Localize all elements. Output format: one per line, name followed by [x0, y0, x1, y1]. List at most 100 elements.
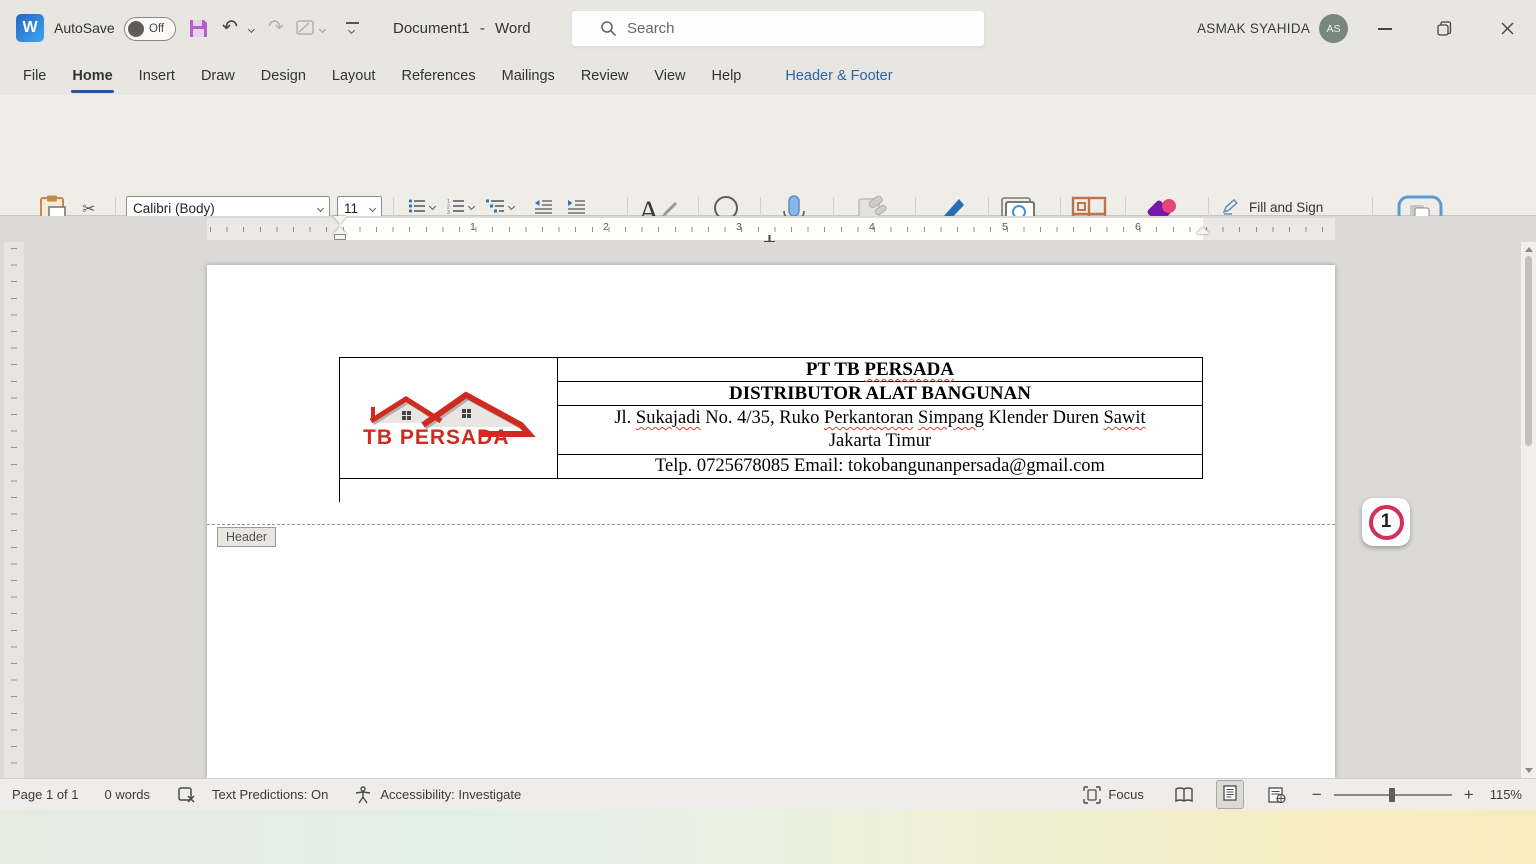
svg-text:TB PERSADA: TB PERSADA	[363, 426, 510, 449]
web-layout-icon[interactable]	[1268, 787, 1286, 803]
horizontal-ruler[interactable]: 1 2 3 4 5 6	[0, 216, 1536, 242]
zoom-out-button[interactable]: −	[1312, 785, 1322, 805]
company-address: Jl. Sukajadi No. 4/35, Ruko Perkantoran …	[558, 406, 1202, 455]
text-predictions[interactable]: Text Predictions: On	[212, 787, 328, 802]
tab-stop-marker[interactable]	[764, 230, 775, 238]
numbering-chevron-icon[interactable]	[468, 202, 475, 209]
autosave-toggle[interactable]: Off	[124, 17, 176, 41]
word-count[interactable]: 0 words	[105, 787, 151, 802]
document-title: Document1 - Word	[393, 20, 531, 37]
status-bar: Page 1 of 1 0 words Text Predictions: On…	[0, 778, 1536, 810]
word-window: W AutoSave Off ↶ ↷ Document1 - Word Sear…	[0, 0, 1536, 864]
document-area: TB PERSADA PT TB PERSADA DISTRIBUTOR ALA…	[0, 242, 1536, 778]
fill-and-sign-button[interactable]: Fill and Sign	[1222, 199, 1323, 215]
tab-file[interactable]: File	[10, 57, 59, 95]
save-icon[interactable]	[188, 18, 209, 39]
address-line-1: Jl. Sukajadi No. 4/35, Ruko Perkantoran …	[558, 407, 1202, 430]
vertical-ruler[interactable]	[4, 242, 24, 778]
numbering-icon[interactable]: 123	[447, 198, 465, 214]
company-name: PT TB PERSADA	[558, 358, 1202, 382]
tab-review[interactable]: Review	[568, 57, 642, 95]
tab-design[interactable]: Design	[248, 57, 319, 95]
ruler-number: 1	[470, 221, 476, 233]
scroll-down-arrow-icon[interactable]	[1525, 768, 1533, 773]
print-layout-icon[interactable]	[1216, 780, 1244, 809]
page-indicator[interactable]: Page 1 of 1	[12, 787, 79, 802]
accessibility-status[interactable]: Accessibility: Investigate	[380, 787, 521, 802]
redo-icon: ↷	[268, 16, 284, 39]
accessibility-icon[interactable]	[354, 786, 372, 804]
tab-help[interactable]: Help	[699, 57, 755, 95]
word-app-icon: W	[16, 14, 44, 42]
restore-button[interactable]	[1437, 21, 1452, 36]
tab-home[interactable]: Home	[59, 57, 125, 95]
scroll-up-arrow-icon[interactable]	[1525, 247, 1533, 252]
focus-label[interactable]: Focus	[1108, 787, 1143, 802]
annotation-step-badge: 1	[1362, 498, 1410, 546]
avatar[interactable]: AS	[1319, 14, 1348, 43]
autosave-state: Off	[149, 23, 164, 35]
undo-icon[interactable]: ↶	[222, 16, 238, 39]
page[interactable]	[207, 265, 1335, 778]
ruler-number: 6	[1135, 221, 1141, 233]
search-icon	[600, 20, 617, 37]
touch-mode-chevron-icon	[319, 26, 326, 33]
zoom-slider[interactable]	[1334, 794, 1452, 796]
right-indent-marker[interactable]	[1196, 227, 1210, 234]
increase-indent-icon[interactable]	[567, 199, 586, 214]
annotation-step-number: 1	[1369, 505, 1404, 540]
toggle-knob	[128, 21, 144, 37]
ruler-number: 4	[869, 221, 875, 233]
header-boundary	[207, 524, 1335, 525]
header-tag[interactable]: Header	[217, 527, 276, 547]
undo-chevron-icon[interactable]	[248, 26, 255, 33]
address-line-2: Jakarta Timur	[558, 430, 1202, 453]
search-placeholder: Search	[627, 20, 675, 37]
decrease-indent-icon[interactable]	[534, 199, 553, 214]
font-size-value: 11	[344, 201, 370, 216]
font-name-value: Calibri (Body)	[133, 201, 318, 216]
vertical-scrollbar[interactable]	[1521, 242, 1536, 778]
search-box[interactable]: Search	[571, 10, 985, 47]
fill-sign-icon	[1222, 199, 1240, 215]
scrollbar-thumb[interactable]	[1525, 256, 1532, 446]
zoom-level[interactable]: 115%	[1490, 787, 1522, 802]
first-line-indent-marker[interactable]	[333, 216, 347, 224]
bullets-chevron-icon[interactable]	[429, 202, 436, 209]
tab-insert[interactable]: Insert	[126, 57, 188, 95]
minimize-button[interactable]	[1378, 28, 1392, 30]
bullets-icon[interactable]	[408, 198, 426, 214]
logo-cell: TB PERSADA	[340, 358, 558, 478]
autosave-label: AutoSave	[54, 20, 115, 36]
touch-mode-icon	[296, 20, 316, 37]
close-button[interactable]	[1500, 21, 1515, 36]
left-indent-marker[interactable]	[334, 234, 346, 240]
tab-mailings[interactable]: Mailings	[489, 57, 568, 95]
proofing-icon[interactable]	[178, 787, 196, 803]
ruler-number: 2	[603, 221, 609, 233]
title-bar: W AutoSave Off ↶ ↷ Document1 - Word Sear…	[0, 0, 1536, 57]
header-table[interactable]: TB PERSADA PT TB PERSADA DISTRIBUTOR ALA…	[339, 357, 1203, 479]
multilevel-list-icon[interactable]	[486, 198, 505, 214]
tab-draw[interactable]: Draw	[188, 57, 248, 95]
zoom-slider-thumb[interactable]	[1389, 788, 1395, 802]
tab-header-footer[interactable]: Header & Footer	[772, 57, 905, 95]
tab-view[interactable]: View	[641, 57, 698, 95]
tab-references[interactable]: References	[388, 57, 488, 95]
ruler-number: 5	[1002, 221, 1008, 233]
tb-persada-logo: TB PERSADA	[361, 387, 536, 449]
ribbon: Paste ✂ Clipboard Calibri (Body) 11 B I …	[0, 95, 1536, 216]
quick-access-bar-icon[interactable]	[346, 22, 359, 24]
zoom-in-button[interactable]: +	[1464, 785, 1474, 805]
tab-layout[interactable]: Layout	[319, 57, 389, 95]
hanging-indent-marker[interactable]	[333, 227, 347, 234]
company-subtitle: DISTRIBUTOR ALAT BANGUNAN	[558, 382, 1202, 406]
read-mode-icon[interactable]	[1174, 787, 1194, 803]
focus-icon[interactable]	[1083, 786, 1101, 804]
user-name[interactable]: ASMAK SYAHIDA	[1197, 21, 1310, 36]
fill-and-sign-label: Fill and Sign	[1249, 200, 1323, 215]
multilevel-chevron-icon[interactable]	[508, 202, 515, 209]
ribbon-tab-row: File Home Insert Draw Design Layout Refe…	[0, 57, 1536, 95]
quick-access-chevron-icon[interactable]	[348, 27, 355, 34]
taskbar: Search 33°	[0, 810, 1536, 864]
